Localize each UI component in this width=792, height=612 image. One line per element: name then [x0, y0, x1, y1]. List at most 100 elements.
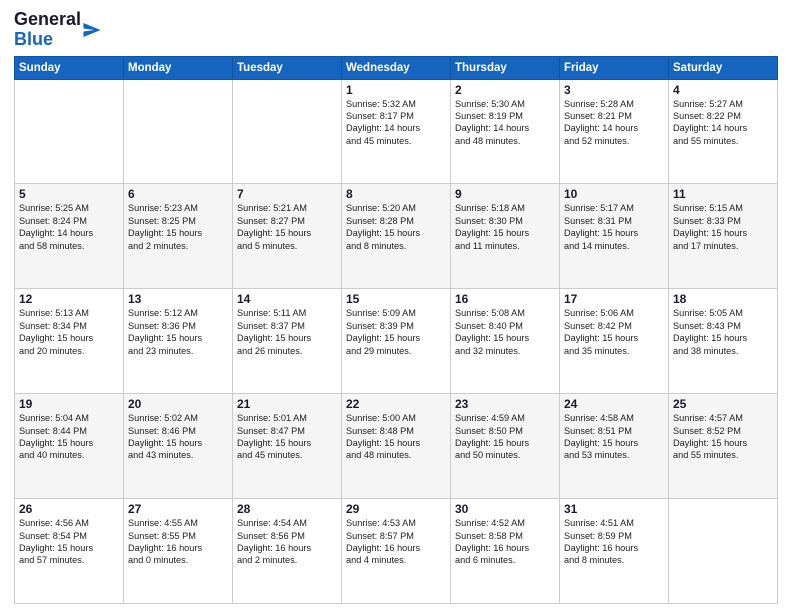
day-info: Sunrise: 5:20 AM Sunset: 8:28 PM Dayligh… — [346, 202, 446, 252]
weekday-friday: Friday — [560, 56, 669, 79]
day-number: 22 — [346, 397, 446, 411]
day-info: Sunrise: 5:04 AM Sunset: 8:44 PM Dayligh… — [19, 412, 119, 462]
day-info: Sunrise: 5:09 AM Sunset: 8:39 PM Dayligh… — [346, 307, 446, 357]
calendar-cell: 17Sunrise: 5:06 AM Sunset: 8:42 PM Dayli… — [560, 289, 669, 394]
day-info: Sunrise: 5:21 AM Sunset: 8:27 PM Dayligh… — [237, 202, 337, 252]
day-number: 25 — [673, 397, 773, 411]
weekday-wednesday: Wednesday — [342, 56, 451, 79]
calendar-cell: 15Sunrise: 5:09 AM Sunset: 8:39 PM Dayli… — [342, 289, 451, 394]
day-info: Sunrise: 5:32 AM Sunset: 8:17 PM Dayligh… — [346, 98, 446, 148]
week-row-0: 1Sunrise: 5:32 AM Sunset: 8:17 PM Daylig… — [15, 79, 778, 184]
calendar-cell: 14Sunrise: 5:11 AM Sunset: 8:37 PM Dayli… — [233, 289, 342, 394]
week-row-2: 12Sunrise: 5:13 AM Sunset: 8:34 PM Dayli… — [15, 289, 778, 394]
calendar-cell: 22Sunrise: 5:00 AM Sunset: 8:48 PM Dayli… — [342, 394, 451, 499]
calendar-cell: 20Sunrise: 5:02 AM Sunset: 8:46 PM Dayli… — [124, 394, 233, 499]
day-number: 11 — [673, 187, 773, 201]
day-number: 30 — [455, 502, 555, 516]
day-info: Sunrise: 5:15 AM Sunset: 8:33 PM Dayligh… — [673, 202, 773, 252]
day-number: 24 — [564, 397, 664, 411]
day-number: 16 — [455, 292, 555, 306]
day-number: 14 — [237, 292, 337, 306]
week-row-4: 26Sunrise: 4:56 AM Sunset: 8:54 PM Dayli… — [15, 499, 778, 604]
day-info: Sunrise: 5:23 AM Sunset: 8:25 PM Dayligh… — [128, 202, 228, 252]
day-info: Sunrise: 4:54 AM Sunset: 8:56 PM Dayligh… — [237, 517, 337, 567]
day-info: Sunrise: 4:51 AM Sunset: 8:59 PM Dayligh… — [564, 517, 664, 567]
calendar-cell: 13Sunrise: 5:12 AM Sunset: 8:36 PM Dayli… — [124, 289, 233, 394]
day-info: Sunrise: 4:58 AM Sunset: 8:51 PM Dayligh… — [564, 412, 664, 462]
calendar-cell: 28Sunrise: 4:54 AM Sunset: 8:56 PM Dayli… — [233, 499, 342, 604]
day-number: 18 — [673, 292, 773, 306]
day-number: 4 — [673, 83, 773, 97]
calendar-cell: 30Sunrise: 4:52 AM Sunset: 8:58 PM Dayli… — [451, 499, 560, 604]
calendar-cell: 10Sunrise: 5:17 AM Sunset: 8:31 PM Dayli… — [560, 184, 669, 289]
day-info: Sunrise: 5:13 AM Sunset: 8:34 PM Dayligh… — [19, 307, 119, 357]
day-info: Sunrise: 5:00 AM Sunset: 8:48 PM Dayligh… — [346, 412, 446, 462]
day-number: 13 — [128, 292, 228, 306]
day-info: Sunrise: 5:06 AM Sunset: 8:42 PM Dayligh… — [564, 307, 664, 357]
day-info: Sunrise: 5:18 AM Sunset: 8:30 PM Dayligh… — [455, 202, 555, 252]
day-number: 7 — [237, 187, 337, 201]
day-info: Sunrise: 5:12 AM Sunset: 8:36 PM Dayligh… — [128, 307, 228, 357]
day-number: 21 — [237, 397, 337, 411]
day-info: Sunrise: 4:56 AM Sunset: 8:54 PM Dayligh… — [19, 517, 119, 567]
day-number: 19 — [19, 397, 119, 411]
logo: General Blue — [14, 10, 101, 50]
logo-icon — [83, 23, 101, 37]
calendar-cell: 25Sunrise: 4:57 AM Sunset: 8:52 PM Dayli… — [669, 394, 778, 499]
day-info: Sunrise: 5:02 AM Sunset: 8:46 PM Dayligh… — [128, 412, 228, 462]
day-number: 8 — [346, 187, 446, 201]
calendar-cell: 9Sunrise: 5:18 AM Sunset: 8:30 PM Daylig… — [451, 184, 560, 289]
day-number: 12 — [19, 292, 119, 306]
day-info: Sunrise: 5:08 AM Sunset: 8:40 PM Dayligh… — [455, 307, 555, 357]
calendar-cell: 12Sunrise: 5:13 AM Sunset: 8:34 PM Dayli… — [15, 289, 124, 394]
day-number: 17 — [564, 292, 664, 306]
day-number: 23 — [455, 397, 555, 411]
day-number: 28 — [237, 502, 337, 516]
day-info: Sunrise: 5:17 AM Sunset: 8:31 PM Dayligh… — [564, 202, 664, 252]
day-info: Sunrise: 5:01 AM Sunset: 8:47 PM Dayligh… — [237, 412, 337, 462]
day-info: Sunrise: 4:59 AM Sunset: 8:50 PM Dayligh… — [455, 412, 555, 462]
weekday-sunday: Sunday — [15, 56, 124, 79]
logo-blue: Blue — [14, 29, 53, 49]
calendar-cell: 7Sunrise: 5:21 AM Sunset: 8:27 PM Daylig… — [233, 184, 342, 289]
calendar-cell — [669, 499, 778, 604]
day-number: 6 — [128, 187, 228, 201]
calendar-cell: 2Sunrise: 5:30 AM Sunset: 8:19 PM Daylig… — [451, 79, 560, 184]
week-row-3: 19Sunrise: 5:04 AM Sunset: 8:44 PM Dayli… — [15, 394, 778, 499]
calendar-cell: 21Sunrise: 5:01 AM Sunset: 8:47 PM Dayli… — [233, 394, 342, 499]
calendar-cell: 5Sunrise: 5:25 AM Sunset: 8:24 PM Daylig… — [15, 184, 124, 289]
calendar-cell: 11Sunrise: 5:15 AM Sunset: 8:33 PM Dayli… — [669, 184, 778, 289]
week-row-1: 5Sunrise: 5:25 AM Sunset: 8:24 PM Daylig… — [15, 184, 778, 289]
logo-text: General Blue — [14, 10, 81, 50]
calendar-table: SundayMondayTuesdayWednesdayThursdayFrid… — [14, 56, 778, 604]
calendar-cell: 26Sunrise: 4:56 AM Sunset: 8:54 PM Dayli… — [15, 499, 124, 604]
calendar-cell: 19Sunrise: 5:04 AM Sunset: 8:44 PM Dayli… — [15, 394, 124, 499]
weekday-header-row: SundayMondayTuesdayWednesdayThursdayFrid… — [15, 56, 778, 79]
weekday-tuesday: Tuesday — [233, 56, 342, 79]
day-number: 9 — [455, 187, 555, 201]
day-number: 26 — [19, 502, 119, 516]
calendar-cell: 23Sunrise: 4:59 AM Sunset: 8:50 PM Dayli… — [451, 394, 560, 499]
calendar-cell: 31Sunrise: 4:51 AM Sunset: 8:59 PM Dayli… — [560, 499, 669, 604]
calendar-cell: 27Sunrise: 4:55 AM Sunset: 8:55 PM Dayli… — [124, 499, 233, 604]
day-number: 1 — [346, 83, 446, 97]
day-number: 15 — [346, 292, 446, 306]
day-info: Sunrise: 4:52 AM Sunset: 8:58 PM Dayligh… — [455, 517, 555, 567]
weekday-saturday: Saturday — [669, 56, 778, 79]
day-info: Sunrise: 5:27 AM Sunset: 8:22 PM Dayligh… — [673, 98, 773, 148]
calendar-cell: 4Sunrise: 5:27 AM Sunset: 8:22 PM Daylig… — [669, 79, 778, 184]
day-info: Sunrise: 4:57 AM Sunset: 8:52 PM Dayligh… — [673, 412, 773, 462]
day-number: 5 — [19, 187, 119, 201]
day-number: 10 — [564, 187, 664, 201]
weekday-thursday: Thursday — [451, 56, 560, 79]
day-info: Sunrise: 5:30 AM Sunset: 8:19 PM Dayligh… — [455, 98, 555, 148]
day-info: Sunrise: 4:55 AM Sunset: 8:55 PM Dayligh… — [128, 517, 228, 567]
day-number: 29 — [346, 502, 446, 516]
calendar-cell: 16Sunrise: 5:08 AM Sunset: 8:40 PM Dayli… — [451, 289, 560, 394]
day-number: 20 — [128, 397, 228, 411]
day-info: Sunrise: 5:28 AM Sunset: 8:21 PM Dayligh… — [564, 98, 664, 148]
calendar-cell: 6Sunrise: 5:23 AM Sunset: 8:25 PM Daylig… — [124, 184, 233, 289]
day-number: 3 — [564, 83, 664, 97]
day-number: 2 — [455, 83, 555, 97]
day-number: 27 — [128, 502, 228, 516]
